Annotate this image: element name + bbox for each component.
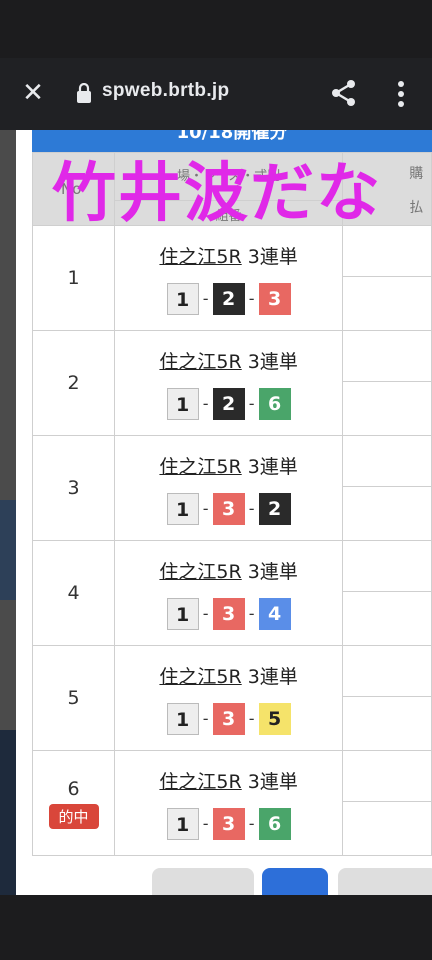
bet-type: 3連単 (247, 245, 298, 268)
row-bet: 住之江5R 3連単 1 - 2 - 6 (114, 330, 344, 436)
header-bet-line2: 組番 (115, 200, 343, 224)
results-table: No 場・レース・式別 組番 購 払 1 住之江5R 3連単 1 - 2 - 3 (31, 152, 432, 856)
race-link[interactable]: 住之江5R (159, 561, 241, 583)
boat-number: 3 (212, 702, 245, 735)
boat-number: 1 (166, 282, 199, 315)
header-pay-line2: 払 (409, 200, 424, 216)
boat-number: 6 (258, 807, 291, 840)
boat-number: 5 (258, 702, 291, 735)
bet-type: 3連単 (247, 560, 298, 583)
header-pay-line1: 購 (409, 166, 424, 182)
boat-number: 3 (212, 597, 245, 630)
table-row: 6 的中 住之江5R 3連単 1 - 3 - 6 (31, 750, 432, 856)
row-payout (342, 540, 432, 646)
system-nav-bar (0, 895, 432, 960)
race-link[interactable]: 住之江5R (159, 351, 241, 373)
status-bar (0, 0, 432, 58)
race-link[interactable]: 住之江5R (159, 666, 241, 688)
boat-number: 2 (258, 492, 291, 525)
combo: 1 - 3 - 2 (115, 492, 342, 525)
bet-type: 3連単 (247, 350, 298, 373)
table-row: 1 住之江5R 3連単 1 - 2 - 3 (31, 225, 432, 331)
url-text[interactable]: spweb.brtb.jp (102, 80, 229, 102)
race-link[interactable]: 住之江5R (159, 456, 241, 478)
close-icon[interactable]: ✕ (20, 80, 46, 106)
row-payout (342, 330, 432, 436)
table-row: 2 住之江5R 3連単 1 - 2 - 6 (31, 330, 432, 436)
combo: 1 - 3 - 6 (115, 807, 342, 840)
browser-url-bar: ✕ spweb.brtb.jp (0, 58, 432, 130)
race-link[interactable]: 住之江5R (159, 771, 241, 793)
boat-number: 2 (212, 387, 245, 420)
pagination-button[interactable] (152, 868, 254, 898)
row-payout (342, 750, 432, 856)
row-no: 6 的中 (31, 750, 116, 856)
bet-type: 3連単 (247, 770, 298, 793)
combo: 1 - 3 - 5 (115, 702, 342, 735)
table-row: 5 住之江5R 3連単 1 - 3 - 5 (31, 645, 432, 751)
boat-number: 4 (258, 597, 291, 630)
boat-number: 1 (166, 702, 199, 735)
table-row: 3 住之江5R 3連単 1 - 3 - 2 (31, 435, 432, 541)
hit-badge: 的中 (48, 803, 99, 829)
row-no: 3 (31, 435, 116, 541)
more-vert-icon[interactable] (396, 79, 406, 109)
share-icon[interactable] (330, 79, 358, 107)
combo: 1 - 2 - 3 (115, 282, 342, 315)
row-no: 4 (31, 540, 116, 646)
row-no: 5 (31, 645, 116, 751)
row-bet: 住之江5R 3連単 1 - 3 - 6 (114, 750, 344, 856)
boat-number: 3 (212, 807, 245, 840)
combo: 1 - 3 - 4 (115, 597, 342, 630)
header-no: No (31, 152, 116, 226)
boat-number: 3 (212, 492, 245, 525)
row-payout (342, 225, 432, 331)
combo: 1 - 2 - 6 (115, 387, 342, 420)
table-header-row: No 場・レース・式別 組番 購 払 (31, 152, 432, 226)
row-bet: 住之江5R 3連単 1 - 3 - 5 (114, 645, 344, 751)
header-bet-line1: 場・レース・式別 (176, 169, 281, 184)
background-strip (0, 500, 16, 600)
row-no: 2 (31, 330, 116, 436)
row-payout (342, 645, 432, 751)
pagination-button[interactable] (338, 868, 432, 898)
row-payout (342, 435, 432, 541)
race-link[interactable]: 住之江5R (159, 246, 241, 268)
boat-number: 1 (166, 597, 199, 630)
bet-type: 3連単 (247, 665, 298, 688)
bet-type: 3連単 (247, 455, 298, 478)
results-modal: 10/18開催分 No 場・レース・式別 組番 購 払 1 住之江5R 3連単 … (16, 130, 432, 895)
boat-number: 2 (212, 282, 245, 315)
row-bet: 住之江5R 3連単 1 - 2 - 3 (114, 225, 344, 331)
boat-number: 1 (166, 807, 199, 840)
boat-number: 3 (258, 282, 291, 315)
boat-number: 1 (166, 387, 199, 420)
date-banner: 10/18開催分 (32, 130, 432, 152)
lock-icon (77, 83, 91, 103)
table-row: 4 住之江5R 3連単 1 - 3 - 4 (31, 540, 432, 646)
boat-number: 6 (258, 387, 291, 420)
boat-number: 1 (166, 492, 199, 525)
header-payout: 購 払 (342, 152, 432, 226)
pagination-button-active[interactable] (262, 868, 328, 898)
row-no: 1 (31, 225, 116, 331)
row-bet: 住之江5R 3連単 1 - 3 - 2 (114, 435, 344, 541)
row-bet: 住之江5R 3連単 1 - 3 - 4 (114, 540, 344, 646)
header-bet: 場・レース・式別 組番 (114, 152, 344, 226)
